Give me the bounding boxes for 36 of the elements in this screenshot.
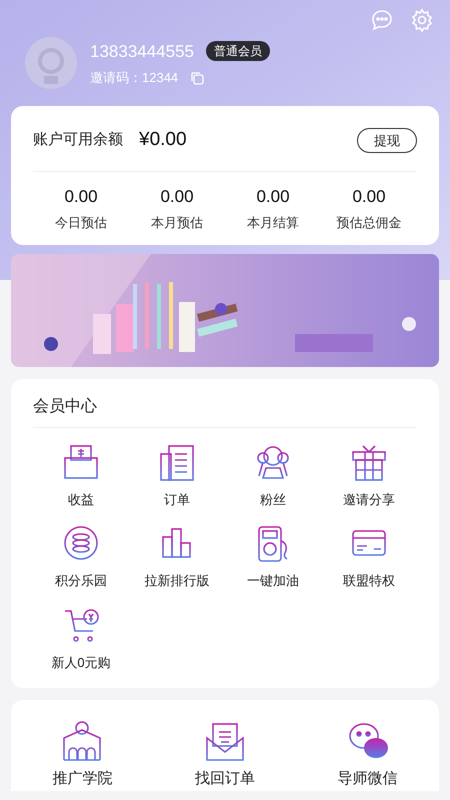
menu-item[interactable]: 订单 (129, 444, 225, 509)
menu-item[interactable]: 收益 (33, 444, 129, 509)
document-icon (158, 444, 196, 482)
menu-item[interactable]: 一键加油 (225, 525, 321, 590)
stat-value: 0.00 (64, 186, 98, 208)
menu-item[interactable]: 邀请分享 (321, 444, 417, 509)
cash-box-icon (62, 444, 100, 482)
phone-number: 13833444555 (90, 40, 194, 62)
menu-item[interactable]: 拉新排行版 (129, 525, 225, 590)
stat-label: 预估总佣金 (336, 214, 402, 232)
balance-label: 账户可用余额 (33, 130, 123, 150)
stat-label: 本月结算 (247, 214, 299, 232)
withdraw-button[interactable]: 提现 (357, 128, 417, 153)
people-icon (254, 444, 292, 482)
section-title: 会员中心 (33, 394, 417, 428)
tool-item[interactable]: 推广学院 (11, 720, 154, 790)
stat-label: 本月预估 (151, 214, 203, 232)
stat-label: 今日预估 (55, 214, 107, 232)
coins-icon (62, 525, 100, 563)
invite-code: 邀请码：12344 (90, 69, 178, 87)
cart-icon (62, 606, 100, 644)
message-icon[interactable] (370, 8, 394, 32)
menu-item[interactable]: 新人0元购 (33, 606, 129, 672)
stat-value: 0.00 (256, 186, 290, 208)
stat-value: 0.00 (160, 186, 194, 208)
menu-item[interactable]: 积分乐园 (33, 525, 129, 590)
copy-icon[interactable] (190, 70, 204, 85)
tool-item[interactable]: 找回订单 (154, 720, 296, 790)
menu-item[interactable]: 粉丝 (225, 444, 321, 509)
gift-icon (350, 444, 388, 482)
menu-item[interactable]: 联盟特权 (321, 525, 417, 590)
stat-value: 0.00 (352, 186, 386, 208)
tool-item[interactable]: 导师微信 (296, 720, 439, 790)
settings-icon[interactable] (410, 8, 434, 32)
member-level-badge: 普通会员 (206, 41, 270, 62)
balance-amount: ¥0.00 (139, 128, 187, 152)
